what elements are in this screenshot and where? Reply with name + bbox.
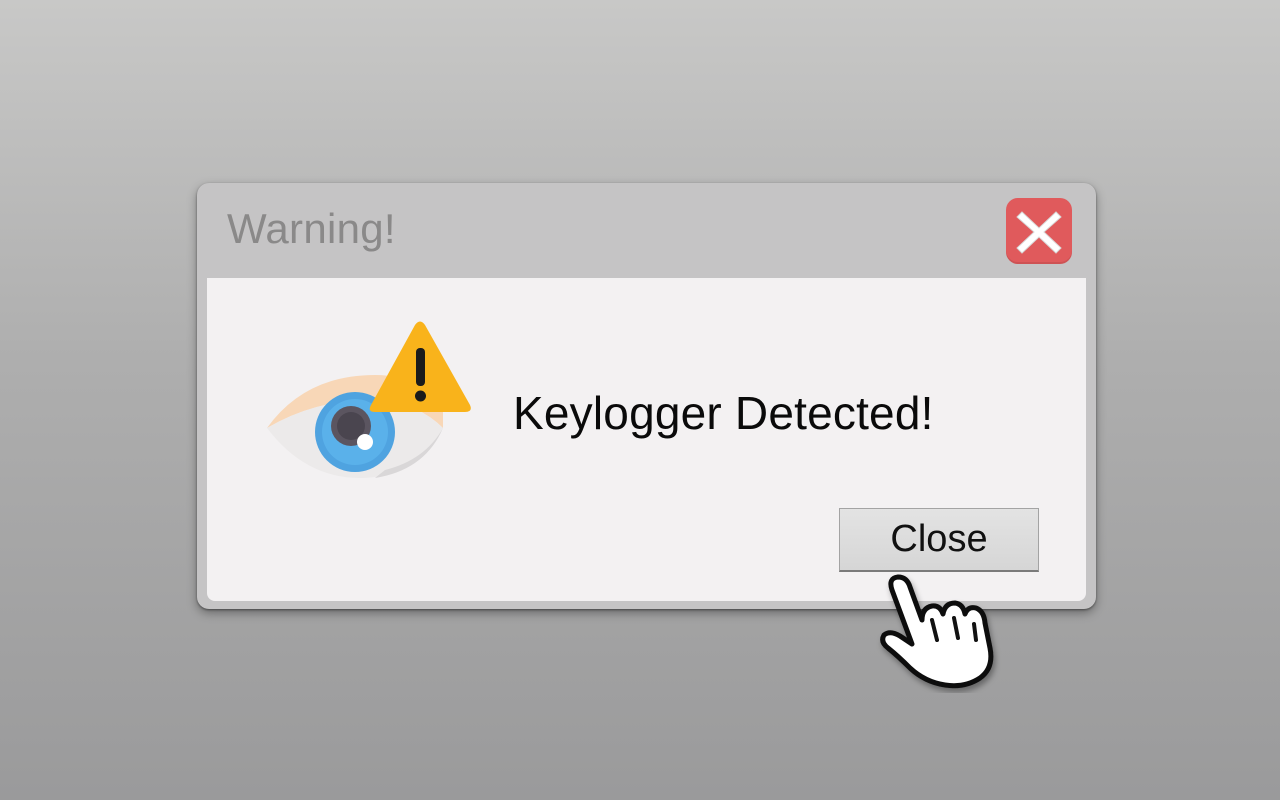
dialog-titlebar: Warning! [197, 183, 1096, 278]
eye-warning-icon [267, 321, 471, 478]
close-button[interactable]: Close [839, 508, 1039, 572]
dialog-title: Warning! [227, 205, 396, 252]
warning-dialog: Warning! Keylogger Detected! Close [197, 183, 1096, 609]
close-x-icon [1016, 211, 1062, 254]
alert-message: Keylogger Detected! [513, 387, 934, 439]
dialog-content: Keylogger Detected! Close [207, 278, 1086, 601]
titlebar-close-button[interactable] [1006, 198, 1072, 264]
hand-pointer-cursor-icon [880, 574, 994, 689]
